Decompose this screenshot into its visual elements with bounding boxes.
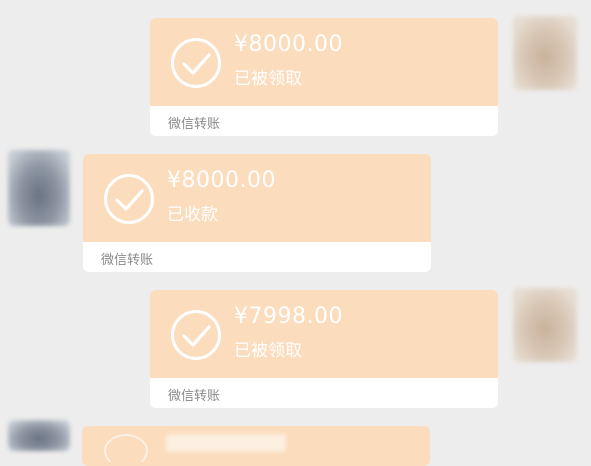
transfer-label: 微信转账 <box>168 389 221 404</box>
transfer-card[interactable]: ¥8000.00 已收款 微信转账 <box>83 154 431 272</box>
check-circle-icon <box>104 174 154 224</box>
check-circle-icon <box>171 38 221 88</box>
transfer-label: 微信转账 <box>168 117 221 132</box>
transfer-amount: ¥7998.00 <box>234 304 343 329</box>
transfer-status: 已被领取 <box>234 341 302 361</box>
transfer-card-footer: 微信转账 <box>150 106 498 136</box>
transfer-card-partial[interactable] <box>82 426 430 466</box>
transfer-card-body: ¥8000.00 已收款 <box>83 154 431 242</box>
check-circle-icon <box>104 434 148 466</box>
avatar-self[interactable] <box>513 288 577 362</box>
transfer-amount-obscured <box>166 434 286 452</box>
transfer-card-footer: 微信转账 <box>150 378 498 408</box>
transfer-card[interactable]: ¥7998.00 已被领取 微信转账 <box>150 290 498 408</box>
avatar-contact[interactable] <box>8 420 70 451</box>
avatar-contact[interactable] <box>8 150 70 226</box>
transfer-amount: ¥8000.00 <box>167 168 276 193</box>
transfer-card-body: ¥7998.00 已被领取 <box>150 290 498 378</box>
transfer-card[interactable]: ¥8000.00 已被领取 微信转账 <box>150 18 498 136</box>
transfer-status: 已收款 <box>167 205 218 225</box>
transfer-card-body: ¥8000.00 已被领取 <box>150 18 498 106</box>
avatar-self[interactable] <box>513 16 577 90</box>
check-circle-icon <box>171 310 221 360</box>
transfer-status: 已被领取 <box>234 69 302 89</box>
transfer-amount: ¥8000.00 <box>234 32 343 57</box>
transfer-label: 微信转账 <box>101 253 154 268</box>
transfer-card-footer: 微信转账 <box>83 242 431 272</box>
